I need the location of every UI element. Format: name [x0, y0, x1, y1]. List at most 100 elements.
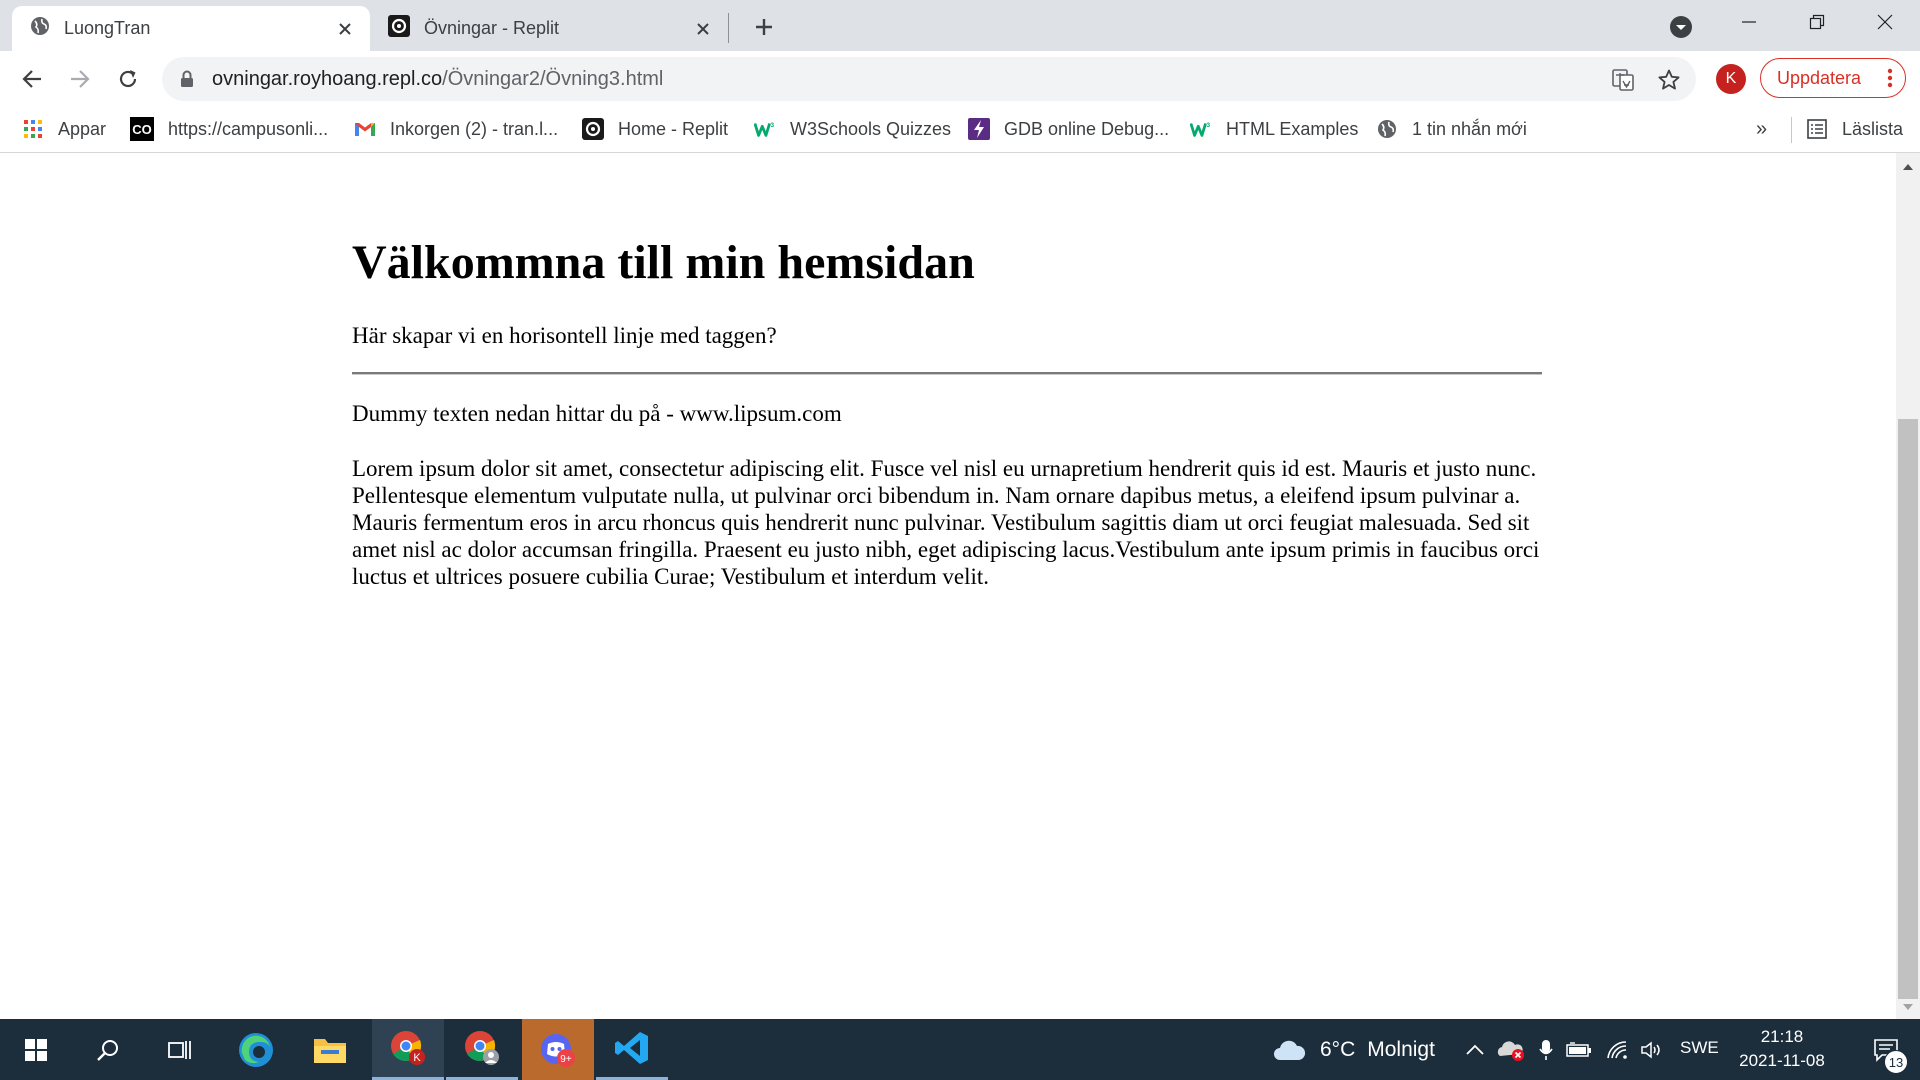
volume-icon — [1641, 1040, 1660, 1059]
tab-search-button[interactable] — [1666, 12, 1696, 42]
intro-text: Här skapar vi en horisontell linje med t… — [352, 323, 777, 348]
page-content: Välkommna till min hemsidan Här skapar v… — [0, 153, 1896, 1019]
weather-widget[interactable]: 6°C Molnigt — [1272, 1019, 1435, 1080]
page-heading: Välkommna till min hemsidan — [352, 236, 975, 289]
windows-taskbar: K 9+ 6°C Molnigt SWE 21:18 2021-11-08 13 — [0, 1019, 1920, 1080]
start-button[interactable] — [0, 1019, 72, 1080]
restore-icon — [1809, 14, 1825, 30]
url-host: ovningar.royhoang.repl.co — [212, 68, 443, 90]
reload-button[interactable] — [110, 61, 146, 97]
bookmark-home-replit[interactable]: Home - Replit — [582, 114, 728, 144]
cloud-icon — [1274, 1040, 1306, 1060]
task-view-icon — [168, 1040, 191, 1059]
system-clock[interactable]: 21:18 2021-11-08 — [1736, 1025, 1828, 1073]
bookmark-star-icon[interactable] — [1654, 65, 1684, 95]
taskbar-vscode[interactable] — [596, 1019, 668, 1080]
edge-icon — [239, 1032, 273, 1067]
scroll-down-arrow-icon[interactable] — [1903, 1004, 1913, 1010]
chevron-up-icon — [1466, 1044, 1484, 1055]
globe-icon — [1376, 118, 1398, 140]
globe-icon — [30, 16, 50, 41]
clock-date: 2021-11-08 — [1739, 1051, 1825, 1070]
taskbar-discord[interactable]: 9+ — [522, 1019, 594, 1080]
translate-icon[interactable] — [1608, 65, 1638, 95]
url-path: /Övningar2/Övning3.html — [442, 68, 664, 90]
update-button[interactable]: Uppdatera — [1760, 58, 1906, 98]
microphone-tray[interactable] — [1534, 1019, 1558, 1080]
vertical-scrollbar[interactable] — [1896, 153, 1920, 1019]
bookmark-html-examples[interactable]: 3 HTML Examples — [1190, 114, 1358, 144]
taskbar-file-explorer[interactable] — [294, 1019, 366, 1080]
close-tab-icon[interactable] — [334, 18, 356, 40]
more-menu-icon[interactable] — [1887, 68, 1893, 93]
notification-center-button[interactable]: 13 — [1856, 1019, 1916, 1080]
folder-icon — [314, 1038, 346, 1063]
input-language-indicator[interactable]: SWE — [1680, 1038, 1719, 1058]
more-bookmarks-button[interactable]: » — [1756, 118, 1767, 141]
gmail-icon — [354, 118, 376, 140]
replit-icon — [388, 15, 410, 42]
bookmark-campusonline[interactable]: CO https://campusonli... — [130, 114, 328, 144]
wifi-tray[interactable] — [1604, 1019, 1632, 1080]
taskbar-chrome[interactable] — [446, 1019, 518, 1080]
scroll-up-arrow-icon[interactable] — [1903, 164, 1913, 170]
bookmark-inbox[interactable]: Inkorgen (2) - tran.l... — [354, 114, 558, 144]
update-label: Uppdatera — [1777, 67, 1862, 88]
gdb-icon — [968, 118, 990, 140]
onedrive-tray[interactable] — [1494, 1019, 1528, 1080]
chrome-icon: K — [391, 1031, 425, 1065]
browser-toolbar: ovningar.royhoang.repl.co/Övningar2/Övni… — [0, 51, 1920, 106]
new-tab-button[interactable] — [748, 11, 780, 43]
restore-button[interactable] — [1782, 0, 1852, 44]
bookmarks-bar: Appar CO https://campusonli... Inkorgen … — [0, 106, 1920, 153]
bookmark-label: https://campusonli... — [168, 118, 329, 139]
tab-luongtran[interactable]: LuongTran — [12, 6, 370, 51]
address-bar[interactable]: ovningar.royhoang.repl.co/Övningar2/Övni… — [162, 57, 1696, 101]
profile-avatar[interactable]: K — [1716, 64, 1746, 94]
lock-icon[interactable] — [180, 70, 194, 93]
clock-time: 21:18 — [1760, 1027, 1804, 1046]
reading-list-button[interactable]: Läslista — [1806, 114, 1903, 144]
bookmark-w3schools-quizzes[interactable]: 3 W3Schools Quizzes — [754, 114, 951, 144]
show-hidden-icons-button[interactable] — [1462, 1019, 1488, 1080]
tab-strip: LuongTran Övningar - Replit — [0, 0, 1920, 51]
w3schools-icon: 3 — [1190, 118, 1212, 140]
wifi-icon — [1607, 1040, 1627, 1059]
chevron-down-icon — [1670, 16, 1692, 38]
bookmark-label: HTML Examples — [1226, 118, 1359, 139]
discord-badge: 9+ — [560, 1054, 572, 1065]
onedrive-error-icon — [1497, 1040, 1524, 1061]
bookmark-tin-nhan[interactable]: 1 tin nhắn mới — [1376, 114, 1527, 144]
bookmark-apps[interactable]: Appar — [22, 114, 106, 144]
bookmark-label: Inkorgen (2) - tran.l... — [390, 118, 559, 139]
co-icon: CO — [130, 117, 154, 141]
svg-text:3: 3 — [1207, 122, 1211, 129]
forward-button[interactable] — [62, 61, 98, 97]
taskbar-chrome-profile-k[interactable]: K — [372, 1019, 444, 1080]
tab-ovningar-replit[interactable]: Övningar - Replit — [380, 6, 728, 51]
discord-icon: 9+ — [541, 1033, 575, 1067]
volume-tray[interactable] — [1638, 1019, 1666, 1080]
notification-count-badge: 13 — [1884, 1050, 1908, 1074]
plus-icon — [756, 19, 772, 35]
close-tab-icon[interactable] — [692, 18, 714, 40]
bookmark-separator — [1791, 117, 1792, 143]
chrome-icon — [465, 1031, 499, 1065]
arrow-left-icon — [22, 70, 41, 88]
task-view-button[interactable] — [144, 1019, 216, 1080]
taskbar-edge[interactable] — [220, 1019, 292, 1080]
tab-separator — [728, 13, 729, 43]
close-window-button[interactable] — [1850, 0, 1920, 44]
minimize-button[interactable] — [1714, 0, 1784, 44]
back-button[interactable] — [14, 61, 50, 97]
taskbar-search-button[interactable] — [72, 1019, 144, 1080]
weather-temp: 6°C — [1320, 1037, 1356, 1061]
arrow-right-icon — [71, 70, 90, 88]
url-text[interactable]: ovningar.royhoang.repl.co/Övningar2/Övni… — [212, 68, 663, 91]
scrollbar-thumb[interactable] — [1898, 419, 1918, 999]
windows-logo-icon — [25, 1038, 47, 1061]
chrome-profile-badge: K — [413, 1052, 421, 1064]
bookmark-gdb-online[interactable]: GDB online Debug... — [968, 114, 1169, 144]
horizontal-rule — [352, 372, 1542, 375]
battery-tray[interactable] — [1564, 1019, 1594, 1080]
